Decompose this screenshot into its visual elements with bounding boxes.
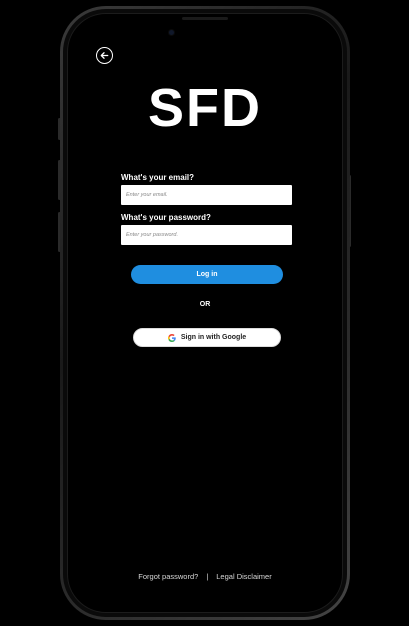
forgot-password-link[interactable]: Forgot password? [138, 572, 198, 581]
login-button-label: Log in [196, 271, 218, 278]
google-sign-in-button[interactable]: Sign in with Google [133, 328, 281, 347]
phone-bezel: SFD What's your email? What's your passw… [63, 9, 347, 617]
phone-frame: SFD What's your email? What's your passw… [60, 6, 350, 620]
or-divider: OR [199, 301, 211, 308]
email-label: What's your email? [121, 173, 195, 182]
google-g-icon [167, 333, 176, 342]
google-sign-in-label: Sign in with Google [180, 334, 247, 341]
email-input[interactable] [121, 185, 292, 205]
app-logo: SFD [148, 78, 262, 138]
legal-disclaimer-link[interactable]: Legal Disclaimer [216, 572, 271, 581]
stage: SFD What's your email? What's your passw… [0, 0, 409, 626]
footer-separator: | [206, 572, 209, 581]
back-button[interactable] [96, 47, 113, 64]
login-screen: SFD What's your email? What's your passw… [67, 13, 343, 613]
arrow-left-icon [99, 50, 110, 61]
footer-links: Forgot password? | Legal Disclaimer [68, 572, 342, 581]
front-camera [169, 30, 174, 35]
speaker-slot [182, 17, 228, 20]
password-input[interactable] [121, 225, 292, 245]
login-button[interactable]: Log in [131, 265, 283, 284]
password-label: What's your password? [121, 213, 211, 222]
